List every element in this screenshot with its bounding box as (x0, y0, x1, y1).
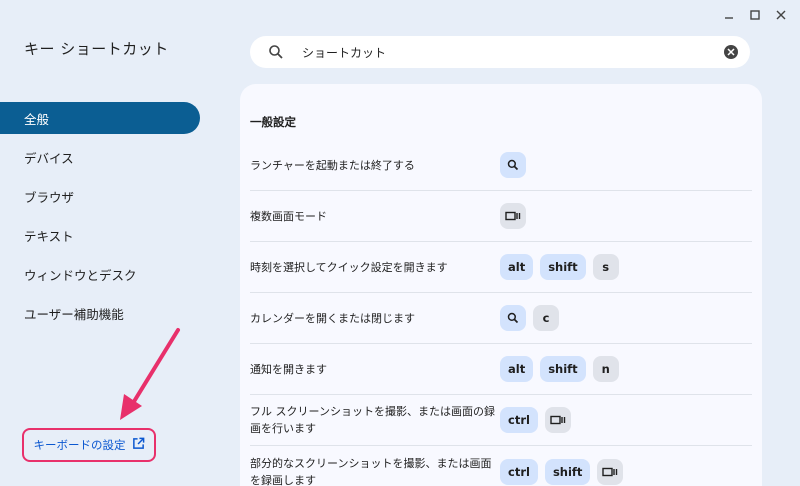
external-link-icon (132, 437, 145, 453)
key-cap: shift (540, 254, 586, 280)
shortcut-row: 部分的なスクリーンショットを撮影、または画面を録画します ctrl shift (250, 446, 752, 486)
shortcut-description: カレンダーを開くまたは閉じます (250, 311, 415, 325)
shortcut-keys: ctrl shift (500, 458, 624, 485)
shortcut-keys (500, 152, 526, 178)
sidebar-item-windows-desks[interactable]: ウィンドウとデスク (0, 258, 200, 290)
shortcut-row: フル スクリーンショットを撮影、または画面の録画を行います ctrl (250, 395, 752, 446)
sidebar-item-label: デバイス (24, 150, 74, 166)
sidebar-item-label: ユーザー補助機能 (24, 306, 124, 322)
shortcuts-panel: 一般設定 ランチャーを起動または終了する 複数画面モード時刻を選択してクイック設定… (240, 84, 762, 486)
sidebar-item-text[interactable]: テキスト (0, 219, 200, 251)
sidebar-item-label: ブラウザ (24, 189, 75, 205)
search-icon (269, 45, 283, 59)
annotation-arrow (120, 328, 180, 420)
overview-icon (597, 458, 624, 485)
shortcut-list: ランチャーを起動または終了する 複数画面モード時刻を選択してクイック設定を開きます… (250, 140, 752, 486)
sidebar-item-label: ウィンドウとデスク (24, 267, 137, 283)
shortcut-description: 通知を開きます (250, 362, 327, 376)
section-title: 一般設定 (250, 115, 296, 129)
sidebar-item-label: テキスト (24, 228, 74, 244)
sidebar-item-general[interactable]: 全般 (0, 102, 200, 134)
clear-search-icon[interactable] (724, 45, 738, 59)
shortcut-description: ランチャーを起動または終了する (250, 158, 415, 172)
key-cap: ctrl (500, 407, 538, 433)
minimize-icon[interactable] (718, 6, 740, 24)
sidebar-item-device[interactable]: デバイス (0, 141, 200, 173)
key-cap: shift (544, 458, 591, 485)
close-icon[interactable] (770, 6, 792, 24)
shortcut-row: 通知を開きます alt shift n (250, 344, 752, 395)
shortcut-keys: ctrl (500, 407, 571, 433)
shortcut-row: カレンダーを開くまたは閉じます c (250, 293, 752, 344)
key-cap: c (533, 305, 559, 331)
keyboard-settings-link[interactable]: キーボードの設定 (22, 428, 156, 462)
shortcut-description: 部分的なスクリーンショットを撮影、または画面を録画します (250, 456, 492, 486)
shortcut-row: 時刻を選択してクイック設定を開きます alt shift s (250, 242, 752, 293)
overview-icon (500, 203, 526, 229)
overview-icon (544, 407, 571, 433)
shortcut-description: 複数画面モード (250, 209, 327, 223)
app-title: キー ショートカット (24, 40, 169, 58)
maximize-icon[interactable] (744, 6, 766, 24)
shortcut-description: フル スクリーンショットを撮影、または画面の録画を行います (250, 405, 495, 435)
shortcut-description: 時刻を選択してクイック設定を開きます (250, 260, 448, 274)
search-icon (500, 152, 526, 178)
key-cap: alt (500, 356, 534, 382)
key-cap: alt (500, 254, 534, 280)
keyboard-settings-label: キーボードの設定 (33, 438, 126, 452)
key-cap: ctrl (500, 458, 538, 485)
key-cap: shift (540, 356, 586, 382)
shortcut-row: ランチャーを起動または終了する (250, 140, 752, 191)
sidebar-item-label: 全般 (24, 111, 50, 127)
shortcut-row: 複数画面モード (250, 191, 752, 242)
sidebar-item-browser[interactable]: ブラウザ (0, 180, 200, 212)
search-input[interactable] (302, 45, 724, 59)
window-controls (718, 6, 792, 24)
shortcut-keys: alt shift n (500, 356, 619, 382)
shortcut-keys: c (500, 305, 559, 331)
shortcut-keys (500, 203, 526, 229)
shortcut-keys: alt shift s (500, 254, 619, 280)
search-bar (250, 36, 750, 68)
key-cap: n (592, 356, 619, 382)
sidebar-item-accessibility[interactable]: ユーザー補助機能 (0, 297, 200, 329)
search-icon (500, 305, 526, 331)
sidebar: 全般 デバイス ブラウザ テキスト ウィンドウとデスク ユーザー補助機能 (0, 102, 200, 336)
key-cap: s (592, 254, 619, 280)
